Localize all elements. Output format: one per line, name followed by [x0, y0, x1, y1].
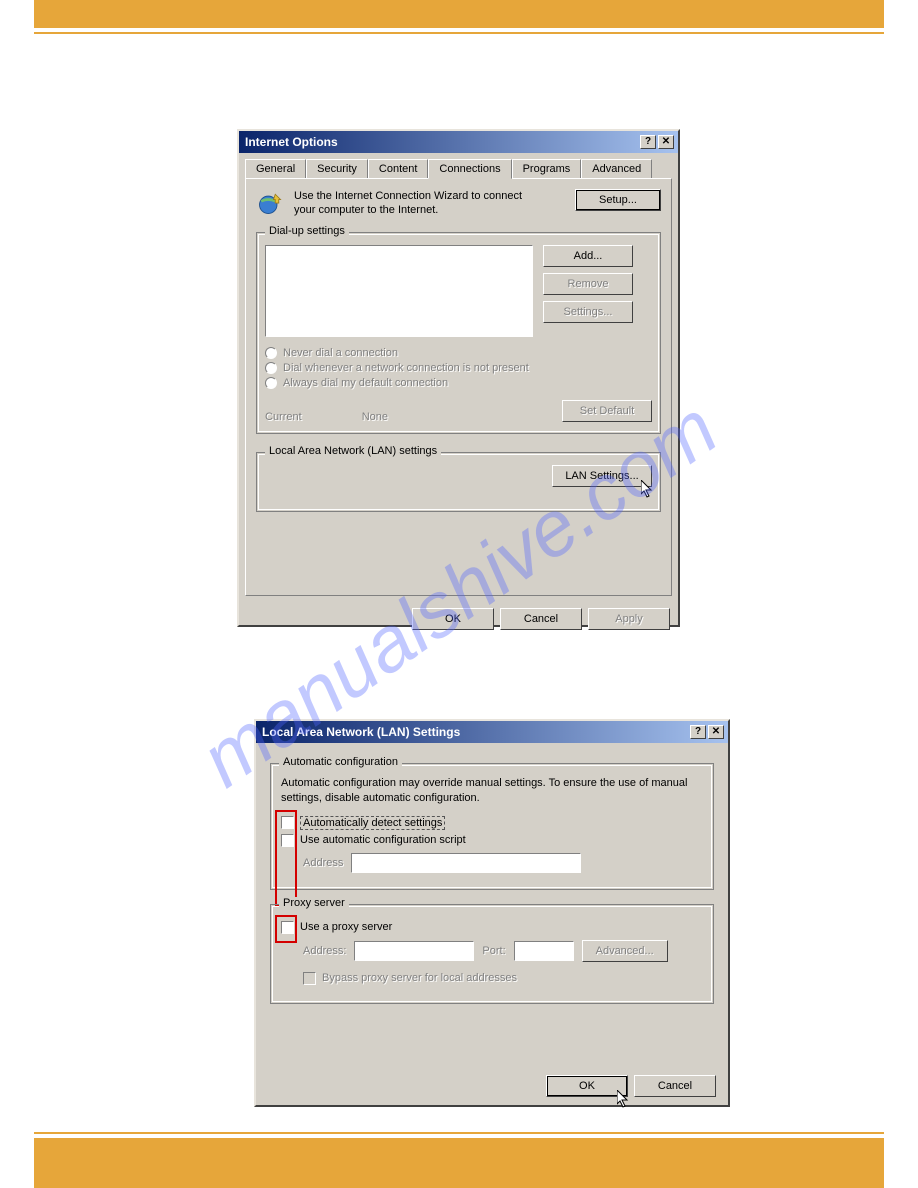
auto-config-legend: Automatic configuration: [279, 756, 402, 768]
titlebar[interactable]: Internet Options ? ✕: [239, 131, 678, 153]
proxy-advanced-label: Advanced...: [596, 945, 654, 957]
remove-button: Remove: [543, 273, 633, 295]
settings-button-label: Settings...: [564, 306, 613, 318]
add-button-label: Add...: [574, 250, 603, 262]
use-proxy-label: Use a proxy server: [300, 921, 392, 933]
help-button[interactable]: ?: [640, 135, 656, 149]
highlight-box-1: [275, 810, 297, 906]
radio-never: [265, 347, 277, 359]
auto-address-label: Address: [303, 857, 343, 869]
window-title: Local Area Network (LAN) Settings: [262, 725, 688, 739]
proxy-address-label: Address:: [303, 945, 346, 957]
cancel-label: Cancel: [524, 613, 558, 625]
set-default-button: Set Default: [562, 400, 652, 422]
setup-button-label: Setup...: [599, 194, 637, 206]
lan-legend: Local Area Network (LAN) settings: [265, 445, 441, 457]
proxy-legend: Proxy server: [279, 897, 349, 909]
close-button[interactable]: ✕: [658, 135, 674, 149]
tab-general[interactable]: General: [245, 159, 306, 178]
auto-script-label: Use automatic configuration script: [300, 834, 466, 846]
dialog-buttons: OK Cancel: [538, 1069, 724, 1103]
globe-icon: [256, 189, 284, 217]
page-header-rule: [34, 32, 884, 34]
tab-advanced[interactable]: Advanced: [581, 159, 652, 178]
tab-connections[interactable]: Connections: [428, 159, 511, 179]
lan-settings-button[interactable]: LAN Settings...: [552, 465, 652, 487]
page-footer-rule: [34, 1132, 884, 1134]
help-button[interactable]: ?: [690, 725, 706, 739]
auto-address-input: [351, 853, 581, 873]
ok-label: OK: [579, 1080, 595, 1092]
internet-options-dialog: Internet Options ? ✕ General Security Co…: [237, 129, 680, 627]
add-button[interactable]: Add...: [543, 245, 633, 267]
cancel-button[interactable]: Cancel: [634, 1075, 716, 1097]
radio-always: [265, 377, 277, 389]
page-header-band: [34, 0, 884, 28]
auto-config-group: Automatic configuration Automatic config…: [270, 763, 714, 890]
lan-group: Local Area Network (LAN) settings LAN Se…: [256, 452, 661, 512]
highlight-box-2: [275, 915, 297, 943]
apply-button: Apply: [588, 608, 670, 630]
dialup-legend: Dial-up settings: [265, 225, 349, 237]
checkbox-bypass-local: [303, 972, 316, 985]
intro-text: Use the Internet Connection Wizard to co…: [294, 189, 524, 218]
dialup-list[interactable]: [265, 245, 533, 337]
current-value: None: [362, 411, 388, 423]
setup-button[interactable]: Setup...: [575, 189, 661, 211]
lan-settings-label: LAN Settings...: [565, 470, 638, 482]
ok-button[interactable]: OK: [546, 1075, 628, 1097]
dialup-group: Dial-up settings Add... Remove Settings.…: [256, 232, 661, 434]
settings-button: Settings...: [543, 301, 633, 323]
bypass-local-label: Bypass proxy server for local addresses: [322, 972, 517, 984]
set-default-label: Set Default: [580, 405, 634, 417]
proxy-port-label: Port:: [482, 945, 505, 957]
page-footer-band: [34, 1138, 884, 1188]
close-button[interactable]: ✕: [708, 725, 724, 739]
proxy-group: Proxy server Use a proxy server Address:…: [270, 904, 714, 1004]
apply-label: Apply: [615, 613, 643, 625]
tab-content[interactable]: Content: [368, 159, 429, 178]
lan-settings-dialog: Local Area Network (LAN) Settings ? ✕ Au…: [254, 719, 730, 1107]
remove-button-label: Remove: [568, 278, 609, 290]
auto-config-desc: Automatic configuration may override man…: [281, 776, 703, 806]
dialog-buttons: OK Cancel Apply: [239, 602, 678, 636]
titlebar[interactable]: Local Area Network (LAN) Settings ? ✕: [256, 721, 728, 743]
radio-always-label: Always dial my default connection: [283, 377, 448, 389]
connections-panel: Use the Internet Connection Wizard to co…: [245, 178, 672, 596]
proxy-port-input: [514, 941, 574, 961]
radio-never-label: Never dial a connection: [283, 347, 398, 359]
proxy-advanced-button: Advanced...: [582, 940, 668, 962]
cancel-label: Cancel: [658, 1080, 692, 1092]
radio-whenever: [265, 362, 277, 374]
tab-security[interactable]: Security: [306, 159, 368, 178]
tab-programs[interactable]: Programs: [512, 159, 582, 178]
window-title: Internet Options: [245, 135, 638, 149]
radio-whenever-label: Dial whenever a network connection is no…: [283, 362, 529, 374]
ok-button[interactable]: OK: [412, 608, 494, 630]
tabs-row: General Security Content Connections Pro…: [239, 153, 678, 178]
current-label: Current: [265, 411, 302, 423]
proxy-address-input: [354, 941, 474, 961]
ok-label: OK: [445, 613, 461, 625]
auto-detect-label: Automatically detect settings: [300, 816, 445, 830]
cancel-button[interactable]: Cancel: [500, 608, 582, 630]
